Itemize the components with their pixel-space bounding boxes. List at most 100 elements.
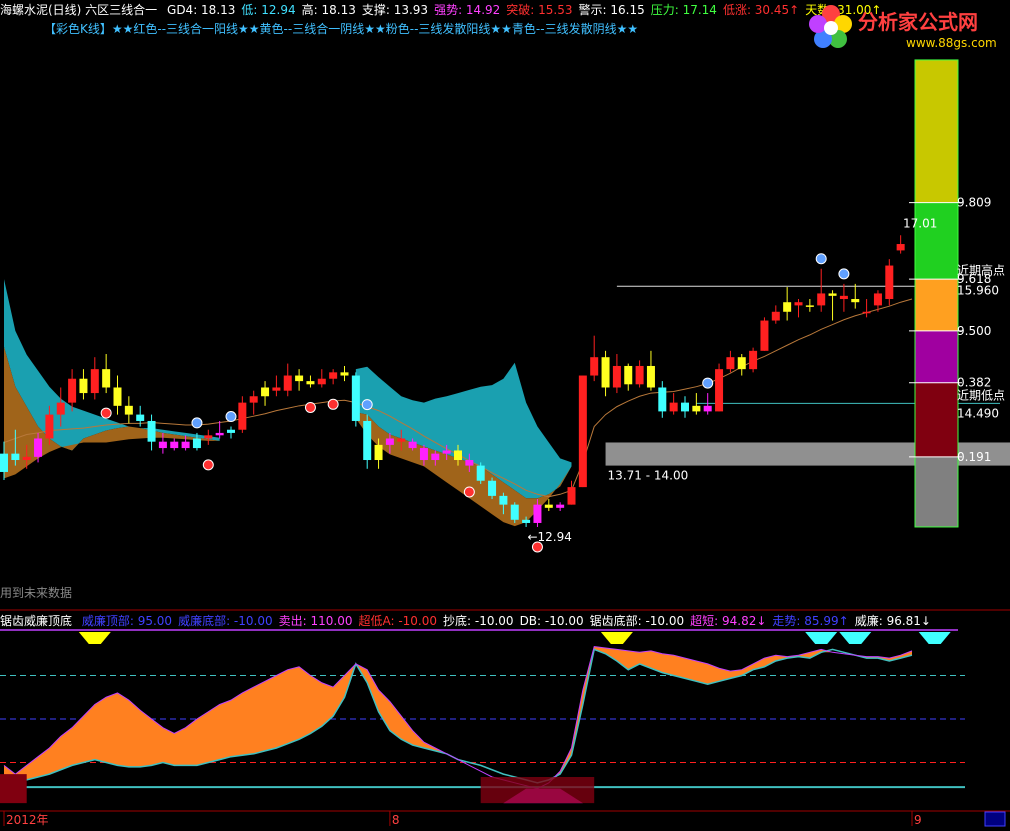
candle-body xyxy=(419,448,428,461)
fib-band xyxy=(915,456,958,527)
red-ball-icon xyxy=(304,401,316,413)
main-values: GD4: 18.13 低: 12.94 高: 18.13 支撑: 13.93 强势: 1… xyxy=(161,3,881,17)
candle xyxy=(794,299,803,318)
candle-body xyxy=(34,438,43,457)
candle-body xyxy=(896,244,905,251)
candle xyxy=(79,369,88,400)
main-stat-label: 警示: xyxy=(578,3,611,17)
main-stat-value: 13.93 xyxy=(393,3,429,17)
main-header: 海螺水泥(日线) 六区三线合一 GD4: 18.13 低: 12.94 高: 18.… xyxy=(0,3,882,17)
candlestick-chart-svg[interactable]: 13.71 - 14.00←12.949.8099.6189.5000.3820… xyxy=(0,0,1010,831)
main-stat-label: GD4: xyxy=(167,3,202,17)
site-logo: 分析家公式网 www.88gs.com xyxy=(806,2,1006,54)
candle xyxy=(90,357,99,400)
blue-ball-icon xyxy=(225,411,237,423)
candle xyxy=(488,477,497,500)
sub-stat-value: -10.00 xyxy=(645,614,685,628)
candle-body xyxy=(578,375,587,488)
candle xyxy=(204,429,213,445)
candle-body xyxy=(828,293,837,296)
candle-body xyxy=(351,375,360,421)
candle-body xyxy=(170,441,179,449)
candle xyxy=(726,350,735,373)
candle-body xyxy=(646,365,655,388)
candle xyxy=(363,414,372,469)
sub-title: 锯齿威廉顶底 xyxy=(0,614,73,628)
candle xyxy=(760,317,769,351)
candle-body xyxy=(476,465,485,481)
sub-stat-label: 走势: xyxy=(772,614,805,628)
candle-body xyxy=(522,519,531,523)
main-title: 海螺水泥(日线) 六区三线合一 xyxy=(0,3,158,17)
sub-stat-6: 锯齿底部: -10.00 xyxy=(590,614,685,628)
sub-stat-value: 95.00 xyxy=(137,614,173,628)
flower-logo-icon xyxy=(809,5,852,48)
candle-body xyxy=(442,450,451,454)
main-stat-1: 低: 12.94 xyxy=(241,3,295,17)
top-signal xyxy=(78,632,111,644)
candle-body xyxy=(204,435,213,439)
candle-body xyxy=(227,429,235,433)
red-ball-icon xyxy=(463,486,475,498)
candle xyxy=(715,363,724,412)
sub-stat-value: -10.00 xyxy=(474,614,514,628)
sub-stat-value: 110.00 xyxy=(310,614,353,628)
sub-stat-7: 超短: 94.82↓ xyxy=(690,614,766,628)
sub-stat-9: 威廉: 96.81↓ xyxy=(855,614,931,628)
recent-high-label: 近期高点 xyxy=(957,262,1005,277)
main-stat-label: 突破: xyxy=(506,3,539,17)
candle-body xyxy=(783,302,792,312)
candle-body xyxy=(715,369,724,412)
main-stat-value: 16.15 xyxy=(610,3,645,17)
top-signal xyxy=(600,632,633,644)
candle-body xyxy=(669,402,678,412)
sub-stat-value: 85.99↑ xyxy=(804,614,849,628)
candle-body xyxy=(249,396,258,403)
candle xyxy=(771,305,780,324)
candle xyxy=(249,390,258,415)
candle-body xyxy=(703,405,712,412)
candle xyxy=(646,350,655,391)
color-legend: 【彩色K线】★★红色--三线合一阳线★★黄色--三线合一阴线★★粉色--三线发散… xyxy=(44,22,639,36)
sub-stat-4: 抄底: -10.00 xyxy=(443,614,514,628)
candle-body xyxy=(329,372,338,379)
candle-body xyxy=(192,438,201,449)
candle xyxy=(862,299,871,318)
main-stat-label: 支撑: xyxy=(361,3,394,17)
main-stat-value: 12.94 xyxy=(261,3,296,17)
sub-stat-label: 超低A: xyxy=(358,614,399,628)
candle xyxy=(329,369,338,385)
red-ball-icon xyxy=(202,459,214,471)
sub-stat-label: 卖出: xyxy=(278,614,311,628)
candle-body xyxy=(624,365,633,385)
candle xyxy=(839,283,848,312)
main-stat-2: 高: 18.13 xyxy=(302,3,356,17)
candle xyxy=(170,438,179,451)
candle xyxy=(306,375,315,388)
candle-body xyxy=(340,372,349,376)
blue-ball-icon xyxy=(815,253,827,265)
candle xyxy=(590,335,599,382)
candle xyxy=(681,396,689,418)
candle-body xyxy=(556,504,565,508)
candle-body xyxy=(805,305,814,307)
candle-body xyxy=(79,378,88,394)
candle xyxy=(658,381,667,418)
candle xyxy=(215,420,224,439)
candle-body xyxy=(261,387,270,397)
main-stat-value: 15.53 xyxy=(538,3,573,17)
recent-low-label: 14.490 xyxy=(957,406,999,420)
candle-body xyxy=(817,293,826,306)
candle xyxy=(272,375,281,397)
main-stat-label: 强势: xyxy=(434,3,466,17)
candle-body xyxy=(692,405,701,412)
support-label: 13.71 - 14.00 xyxy=(608,469,689,483)
main-stat-6: 警示: 16.15 xyxy=(579,3,645,17)
sub-stat-label: 威廉: xyxy=(854,614,887,628)
candle-body xyxy=(488,480,497,496)
blue-ball-icon xyxy=(361,399,373,411)
candle xyxy=(147,414,156,451)
blue-ball-icon xyxy=(191,417,203,429)
candle xyxy=(124,396,133,424)
candle-body xyxy=(885,265,894,300)
